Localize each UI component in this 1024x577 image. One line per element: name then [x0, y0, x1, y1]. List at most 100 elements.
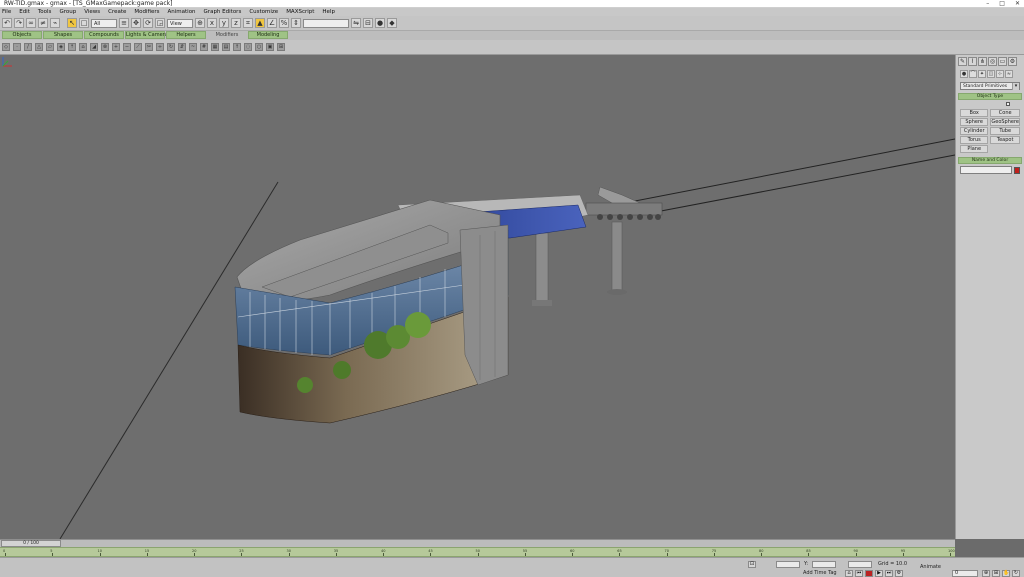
- angle-snap-icon[interactable]: ∠: [267, 18, 277, 28]
- named-selection-dropdown[interactable]: [303, 18, 349, 28]
- sphere-button[interactable]: Sphere: [960, 118, 989, 126]
- menu-animation[interactable]: Animation: [168, 8, 196, 16]
- zoom-icon[interactable]: ⊕: [982, 570, 990, 577]
- modify-tab-icon[interactable]: ⌇: [968, 57, 977, 66]
- unlink-icon[interactable]: ≠: [38, 18, 48, 28]
- zoom-all-icon[interactable]: ⊞: [992, 570, 1000, 577]
- flip-icon[interactable]: ⇵: [178, 43, 186, 51]
- bind-icon[interactable]: ⌁: [50, 18, 60, 28]
- select-region-icon[interactable]: □: [79, 18, 89, 28]
- bevel-icon[interactable]: ⌂: [79, 43, 87, 51]
- editable-mesh-icon[interactable]: ◇: [2, 43, 10, 51]
- z-coord-field[interactable]: [848, 561, 872, 568]
- object-name-input[interactable]: [960, 166, 1012, 174]
- helpers-icon[interactable]: ⊹: [996, 70, 1004, 78]
- spinner-snap-icon[interactable]: ⇕: [291, 18, 301, 28]
- autogrid-checkbox[interactable]: [1006, 102, 1010, 106]
- tab-modeling[interactable]: Modeling: [248, 31, 288, 39]
- create-tab-icon[interactable]: ✎: [958, 57, 967, 66]
- cone-button[interactable]: Cone: [990, 109, 1020, 117]
- menu-customize[interactable]: Customize: [249, 8, 278, 16]
- extrude-icon[interactable]: ⇡: [68, 43, 76, 51]
- normal-icon[interactable]: ↑: [233, 43, 241, 51]
- arc-rotate-icon[interactable]: ↻: [1012, 570, 1020, 577]
- reference-coord-dropdown[interactable]: View: [167, 18, 193, 28]
- divide-icon[interactable]: ÷: [156, 43, 164, 51]
- object-color-swatch[interactable]: [1014, 166, 1020, 174]
- constraint-z-icon[interactable]: z: [231, 18, 241, 28]
- go-to-end-icon[interactable]: ⏭: [885, 570, 893, 577]
- name-color-rollout[interactable]: Name and Color: [958, 157, 1022, 164]
- box-button[interactable]: Box: [960, 109, 989, 117]
- link-icon[interactable]: ∞: [26, 18, 36, 28]
- menu-tools[interactable]: Tools: [38, 8, 52, 16]
- percent-snap-icon[interactable]: %: [279, 18, 289, 28]
- tessellate-icon[interactable]: #: [200, 43, 208, 51]
- menu-group[interactable]: Group: [59, 8, 76, 16]
- mirror-icon[interactable]: ⇋: [351, 18, 361, 28]
- menu-modifiers[interactable]: Modifiers: [134, 8, 159, 16]
- perspective-viewport[interactable]: [0, 55, 955, 539]
- set-key-icon[interactable]: ⌂: [845, 570, 853, 577]
- display-tab-icon[interactable]: ▭: [998, 57, 1007, 66]
- edge-icon[interactable]: /: [24, 43, 32, 51]
- menu-edit[interactable]: Edit: [19, 8, 30, 16]
- constraint-y-icon[interactable]: y: [219, 18, 229, 28]
- animate-toggle-icon[interactable]: [865, 570, 873, 577]
- constraint-x-icon[interactable]: x: [207, 18, 217, 28]
- selection-filter-dropdown[interactable]: All: [91, 18, 117, 28]
- plane-button[interactable]: Plane: [960, 145, 989, 153]
- geometry-icon[interactable]: ●: [960, 70, 968, 78]
- tab-compounds[interactable]: Compounds: [84, 31, 124, 39]
- attach-icon[interactable]: +: [112, 43, 120, 51]
- autogrid-row[interactable]: [956, 100, 1024, 108]
- element-icon[interactable]: ◈: [57, 43, 65, 51]
- smooth-icon[interactable]: ~: [189, 43, 197, 51]
- shapes-icon[interactable]: ⌒: [969, 70, 977, 78]
- menu-help[interactable]: Help: [322, 8, 335, 16]
- time-slider[interactable]: 0 / 100: [1, 540, 61, 547]
- chamfer-icon[interactable]: ◢: [90, 43, 98, 51]
- space-warps-icon[interactable]: ≈: [1005, 70, 1013, 78]
- play-icon[interactable]: ▶: [875, 570, 883, 577]
- cylinder-button[interactable]: Cylinder: [960, 127, 989, 135]
- torus-button[interactable]: Torus: [960, 136, 989, 144]
- slice-icon[interactable]: ⟋: [134, 43, 142, 51]
- maximize-icon[interactable]: □: [999, 0, 1005, 8]
- tab-objects[interactable]: Objects: [2, 31, 42, 39]
- hide-icon[interactable]: ◌: [244, 43, 252, 51]
- render-icon[interactable]: ◆: [387, 18, 397, 28]
- y-coord-field[interactable]: [812, 561, 836, 568]
- lights-icon[interactable]: ✦: [978, 70, 986, 78]
- snap-toggle-icon[interactable]: ▲: [255, 18, 265, 28]
- scale-icon[interactable]: ◲: [155, 18, 165, 28]
- close-icon[interactable]: ✕: [1015, 0, 1020, 8]
- uvw-map-icon[interactable]: ▦: [211, 43, 219, 51]
- collapse-icon[interactable]: ▣: [266, 43, 274, 51]
- x-coord-field[interactable]: [776, 561, 800, 568]
- vertex-icon[interactable]: ·: [13, 43, 21, 51]
- track-bar[interactable]: 0 5 10 15 20 25 30 35 40 45 50 55 60 65 70 75 80 85 90 95 10…: [0, 547, 955, 557]
- unhide-icon[interactable]: ○: [255, 43, 263, 51]
- grid-icon[interactable]: ⊞: [277, 43, 285, 51]
- time-config-icon[interactable]: ⚙: [895, 570, 903, 577]
- teapot-button[interactable]: Teapot: [990, 136, 1020, 144]
- move-icon[interactable]: ✥: [131, 18, 141, 28]
- material-editor-icon[interactable]: ●: [375, 18, 385, 28]
- weld-icon[interactable]: ⊗: [101, 43, 109, 51]
- cut-icon[interactable]: ✂: [145, 43, 153, 51]
- redo-icon[interactable]: ↷: [14, 18, 24, 28]
- lock-selection-icon[interactable]: ⊡: [748, 561, 756, 568]
- menu-views[interactable]: Views: [84, 8, 100, 16]
- pivot-icon[interactable]: ⊕: [195, 18, 205, 28]
- geosphere-button[interactable]: GeoSphere: [990, 118, 1020, 126]
- tab-helpers[interactable]: Helpers: [166, 31, 206, 39]
- turn-icon[interactable]: ↻: [167, 43, 175, 51]
- object-type-rollout[interactable]: Object Type: [958, 93, 1022, 100]
- add-time-tag-button[interactable]: Add Time Tag: [803, 570, 837, 577]
- detach-icon[interactable]: −: [123, 43, 131, 51]
- motion-tab-icon[interactable]: ◎: [988, 57, 997, 66]
- utilities-tab-icon[interactable]: ⚙: [1008, 57, 1017, 66]
- align-icon[interactable]: ⊟: [363, 18, 373, 28]
- unwrap-icon[interactable]: ▤: [222, 43, 230, 51]
